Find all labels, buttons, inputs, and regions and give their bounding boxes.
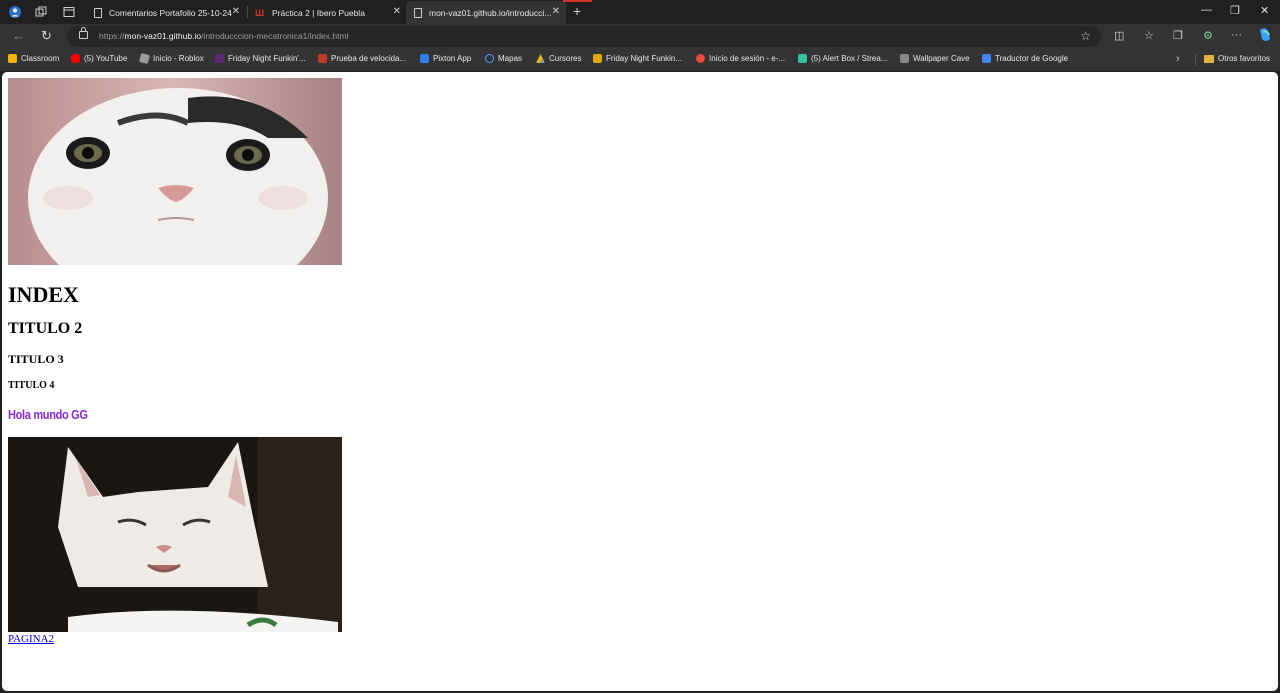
drive-icon — [536, 54, 545, 63]
bookmark-roblox[interactable]: Inicio - Roblox — [138, 52, 204, 65]
heading-3: TITULO 3 — [8, 352, 64, 366]
classroom-icon — [8, 54, 17, 63]
close-window-icon[interactable]: ✕ — [1260, 4, 1269, 17]
restore-icon[interactable]: ❐ — [1230, 4, 1240, 17]
tab-practica[interactable]: Ш Práctica 2 | Ibero Puebla ✕ — [247, 1, 407, 24]
bookmark-label: Otros favoritos — [1218, 54, 1271, 63]
tab-indicator — [563, 0, 592, 2]
bookmark-classroom[interactable]: Classroom — [8, 54, 59, 63]
tab-active-index[interactable]: mon-vaz01.github.io/introducci... ✕ — [406, 1, 566, 24]
cat-image-1 — [8, 78, 342, 265]
back-icon[interactable]: ← — [12, 28, 25, 43]
bookmark-separator — [1195, 54, 1196, 66]
workspaces-icon[interactable] — [32, 3, 50, 21]
bookmark-label: Classroom — [21, 54, 60, 63]
bookmark-label: (5) Alert Box / Strea... — [811, 54, 888, 63]
fnf-icon — [593, 54, 602, 63]
page-viewport: INDEX TITULO 2 TITULO 3 TITULO 4 Hola mu… — [2, 72, 1278, 691]
extensions-icon[interactable]: ⚙ — [1203, 29, 1213, 42]
tab-label: Comentarios Portafolio 25-10-24 — [109, 7, 232, 18]
tab-label: mon-vaz01.github.io/introducci... — [429, 7, 552, 18]
bookmark-translate[interactable]: Traductor de Google — [982, 54, 1068, 63]
split-screen-icon[interactable]: ◫ — [1114, 29, 1124, 42]
bookmark-alertbox[interactable]: (5) Alert Box / Strea... — [798, 54, 887, 63]
favorite-star-icon[interactable]: ☆ — [1080, 29, 1091, 43]
bookmarks-bar: Classroom (5) YouTube Inicio - Roblox Fr… — [0, 49, 1280, 71]
new-tab-icon[interactable]: + — [573, 3, 581, 19]
bookmark-mapas[interactable]: Mapas — [485, 54, 522, 63]
bookmark-label: Mapas — [498, 54, 523, 63]
url-text: https://mon-vaz01.github.io/introducccio… — [99, 31, 348, 41]
refresh-icon[interactable]: ↻ — [41, 28, 52, 44]
heading-4: TITULO 4 — [8, 380, 55, 391]
bookmark-login[interactable]: Inicio de sesión - e-... — [696, 54, 785, 63]
translate-icon — [982, 54, 991, 63]
url-host: mon-vaz01.github.io — [124, 31, 202, 41]
bookmark-label: (5) YouTube — [84, 54, 128, 63]
bookmark-fnf-1[interactable]: Friday Night Funkin'... — [215, 54, 306, 63]
bookmark-youtube[interactable]: (5) YouTube — [71, 54, 127, 63]
tab-label: Práctica 2 | Ibero Puebla — [272, 7, 365, 18]
bookmark-speedtest[interactable]: Prueba de velocida... — [318, 54, 406, 63]
cat-image-2 — [8, 437, 342, 632]
ibero-logo-icon: Ш — [255, 7, 265, 18]
bookmark-label: Wallpaper Cave — [913, 54, 970, 63]
profile-icon[interactable] — [6, 3, 24, 21]
close-icon[interactable]: ✕ — [232, 6, 240, 17]
favorites-icon[interactable]: ☆ — [1144, 29, 1154, 42]
youtube-icon — [71, 54, 80, 63]
more-menu-icon[interactable]: ··· — [1231, 29, 1242, 41]
close-icon[interactable]: ✕ — [393, 6, 401, 17]
bookmark-pixton[interactable]: Pixton App — [420, 54, 471, 63]
bookmark-other-favorites[interactable]: Otros favoritos — [1204, 54, 1270, 63]
url-scheme: https:// — [99, 31, 125, 41]
bookmark-label: Inicio de sesión - e-... — [709, 54, 786, 63]
chevron-right-icon[interactable]: › — [1176, 53, 1180, 65]
minimize-icon[interactable]: — — [1201, 4, 1212, 16]
document-icon — [414, 7, 422, 18]
bookmark-label: Inicio - Roblox — [153, 54, 204, 63]
address-bar[interactable]: https://mon-vaz01.github.io/introducccio… — [67, 26, 1101, 47]
bookmark-label: Traductor de Google — [995, 54, 1069, 63]
url-path: /introducccion-mecatronica1/index.html — [201, 31, 349, 41]
toolbar: ← ↻ https://mon-vaz01.github.io/introduc… — [0, 24, 1280, 49]
speedtest-icon — [318, 54, 327, 63]
bookmark-label: Prueba de velocida... — [331, 54, 407, 63]
copilot-icon[interactable] — [1257, 27, 1273, 46]
heading-2: TITULO 2 — [8, 320, 83, 337]
bookmark-fnf-2[interactable]: Friday Night Funkin... — [593, 54, 682, 63]
maps-icon — [485, 54, 494, 63]
folder-icon — [1204, 54, 1214, 63]
bookmark-wallpaper[interactable]: Wallpaper Cave — [900, 54, 970, 63]
bookmark-label: Friday Night Funkin'... — [228, 54, 306, 63]
lock-icon — [79, 27, 88, 39]
alertbox-icon — [798, 54, 807, 63]
bookmark-cursores[interactable]: Cursores — [536, 54, 581, 63]
tab-actions-icon[interactable] — [60, 3, 78, 21]
close-icon[interactable]: ✕ — [552, 6, 560, 17]
pixton-icon — [420, 54, 429, 63]
bookmark-label: Cursores — [549, 54, 582, 63]
tab-comentarios[interactable]: Comentarios Portafolio 25-10-24 ✕ — [86, 1, 246, 24]
pagina2-link[interactable]: PAGINA2 — [8, 633, 54, 645]
page-title: INDEX — [8, 282, 79, 307]
colored-text: Hola mundo GG — [8, 407, 88, 422]
tab-bar: Comentarios Portafolio 25-10-24 ✕ Ш Prác… — [0, 0, 1280, 24]
login-icon — [696, 54, 705, 63]
fnf-icon — [215, 54, 224, 63]
roblox-icon — [138, 52, 151, 65]
wallpaper-icon — [900, 54, 909, 63]
collections-icon[interactable]: ❐ — [1173, 29, 1183, 42]
bookmark-label: Friday Night Funkin... — [606, 54, 683, 63]
bookmark-label: Pixton App — [433, 54, 472, 63]
document-icon — [94, 7, 102, 18]
